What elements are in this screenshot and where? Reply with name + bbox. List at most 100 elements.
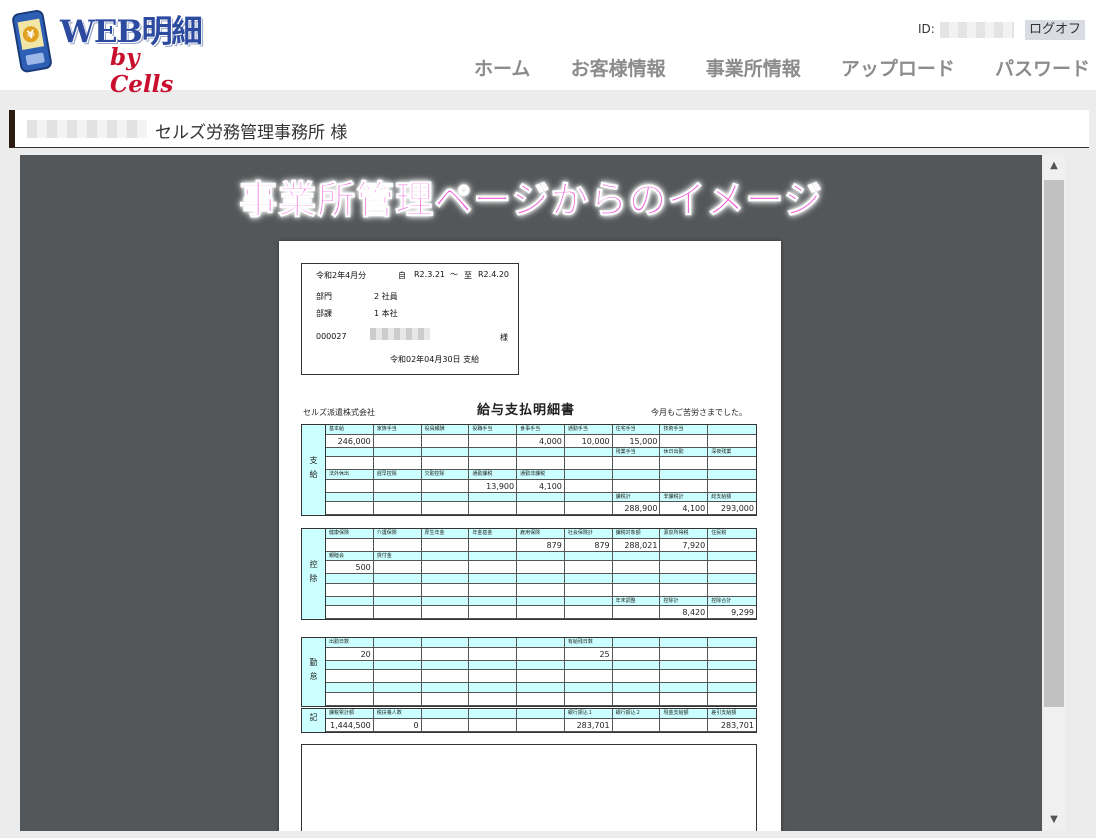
table-cell: [373, 457, 422, 470]
table-header-cell: [612, 683, 661, 693]
table-cell: 8,420: [660, 606, 709, 619]
to-label: 至: [464, 271, 472, 280]
table-header-cell: [373, 596, 422, 606]
nav-customer-info[interactable]: お客様情報: [571, 54, 666, 82]
table-cell: [421, 718, 470, 732]
table-header-cell: [612, 551, 661, 561]
scroll-up-arrow-icon[interactable]: ▲: [1043, 155, 1065, 177]
table-header-cell: 住宅手当: [612, 425, 661, 435]
table-cell: [373, 670, 422, 683]
section-grid: 課税累計額 税扶養人数 銀行振込１ 銀行振込２ 現金支給額 差引支給額 1,444,500 0…: [325, 708, 757, 733]
table-cell: [326, 502, 374, 515]
table-cell: [708, 480, 756, 493]
table-cell: [326, 583, 374, 597]
table-header-cell: [373, 660, 422, 670]
nav-upload[interactable]: アップロード: [841, 54, 955, 82]
table-cell: 283,701: [708, 719, 756, 732]
table-cell: [421, 606, 470, 619]
table-cell: [517, 583, 565, 597]
table-header-cell: [373, 638, 422, 648]
table-cell: [421, 561, 470, 574]
table-cell: [469, 502, 518, 515]
table-header-cell: [612, 638, 661, 648]
payslip-page: 令和2年4月分 自 R2.3.21 ～ 至 R2.4.20 部門 2 社員 部課…: [279, 241, 781, 831]
scroll-thumb[interactable]: [1044, 180, 1064, 707]
table-cell: 15,000: [612, 434, 661, 448]
table-header-cell: [564, 492, 613, 502]
from-date: R2.3.21: [414, 270, 446, 279]
table-header-cell: [373, 574, 422, 584]
table-header-cell: 有給残日数: [564, 638, 613, 648]
table-header-cell: [469, 683, 518, 693]
logo[interactable]: ¥ WEB明細 by Cells: [10, 4, 210, 98]
table-header-cell: [469, 492, 518, 502]
table-header-cell: 控除合計: [708, 596, 756, 606]
table-header-cell: [564, 470, 613, 480]
table-header-cell: [373, 492, 422, 502]
table-cell: [373, 538, 422, 552]
table-header-cell: [660, 551, 709, 561]
table-header-cell: [326, 447, 374, 457]
to-date: R2.4.20: [478, 270, 510, 279]
table-cell: [517, 647, 565, 661]
table-header-cell: 課税累計額: [326, 709, 374, 719]
nav-home[interactable]: ホーム: [474, 54, 530, 82]
table-header-cell: [564, 683, 613, 693]
table-header-cell: [469, 596, 518, 606]
logout-button[interactable]: ログオフ: [1025, 20, 1085, 40]
user-id-value: [940, 22, 1014, 38]
table-cell: [373, 561, 422, 574]
customer-title-bar: セルズ労務管理事務所 様: [9, 110, 1089, 148]
table-header-cell: [660, 660, 709, 670]
table-cell: [708, 539, 756, 552]
main-nav: ホーム お客様情報 事業所情報 アップロード パスワード: [474, 54, 1090, 82]
table-cell: [469, 606, 518, 619]
scroll-down-arrow-icon[interactable]: ▼: [1043, 809, 1065, 831]
table-cell: [564, 457, 613, 470]
table-cell: [708, 584, 756, 597]
table-header-cell: 休日出勤: [660, 447, 709, 457]
document-viewer[interactable]: 事業所管理ページからのイメージ 令和2年4月分 自 R2.3.21 ～ 至 R2…: [20, 155, 1042, 831]
table-header-cell: 課税計: [612, 492, 661, 502]
table-header-cell: [517, 574, 565, 584]
table-cell: 246,000: [326, 434, 374, 448]
table-cell: [517, 561, 565, 574]
memo-box: [301, 744, 757, 831]
viewer-scrollbar[interactable]: ▲ ▼: [1043, 155, 1065, 831]
table-header-cell: [469, 551, 518, 561]
table-header-cell: [564, 447, 613, 457]
table-header-cell: [612, 574, 661, 584]
table-cell: [660, 561, 709, 574]
table-header-cell: [564, 551, 613, 561]
nav-office-info[interactable]: 事業所情報: [706, 54, 801, 82]
table-header-cell: [517, 447, 565, 457]
table-header-cell: 通勤課税: [469, 470, 518, 480]
table-header-cell: [469, 660, 518, 670]
table-cell: [660, 718, 709, 732]
table-cell: 4,000: [517, 434, 565, 448]
table-cell: [660, 434, 709, 448]
table-header-cell: 残業手当: [612, 447, 661, 457]
table-cell: [373, 692, 422, 706]
table-cell: 500: [326, 561, 374, 574]
section-label: 記: [301, 708, 326, 733]
honorific: 様: [500, 333, 508, 342]
table-cell: [326, 479, 374, 493]
greeting: 今月もご苦労さまでした。: [651, 408, 747, 417]
table-header-cell: [326, 574, 374, 584]
customer-name: セルズ労務管理事務所 様: [155, 123, 348, 143]
table-header-cell: 年金基金: [469, 529, 518, 539]
table-header-cell: 食事手当: [517, 425, 565, 435]
table-cell: [517, 692, 565, 706]
table-cell: [612, 561, 661, 574]
table-header-cell: [469, 574, 518, 584]
table-cell: [660, 692, 709, 706]
nav-password[interactable]: パスワード: [995, 54, 1090, 82]
section-value: 1 本社: [374, 309, 398, 318]
table-header-cell: 雇用保険: [517, 529, 565, 539]
table-cell: [708, 435, 756, 448]
table-cell: [517, 502, 565, 515]
table-cell: 879: [517, 538, 565, 552]
table-header-cell: 出勤日数: [326, 638, 374, 648]
table-cell: [708, 561, 756, 574]
